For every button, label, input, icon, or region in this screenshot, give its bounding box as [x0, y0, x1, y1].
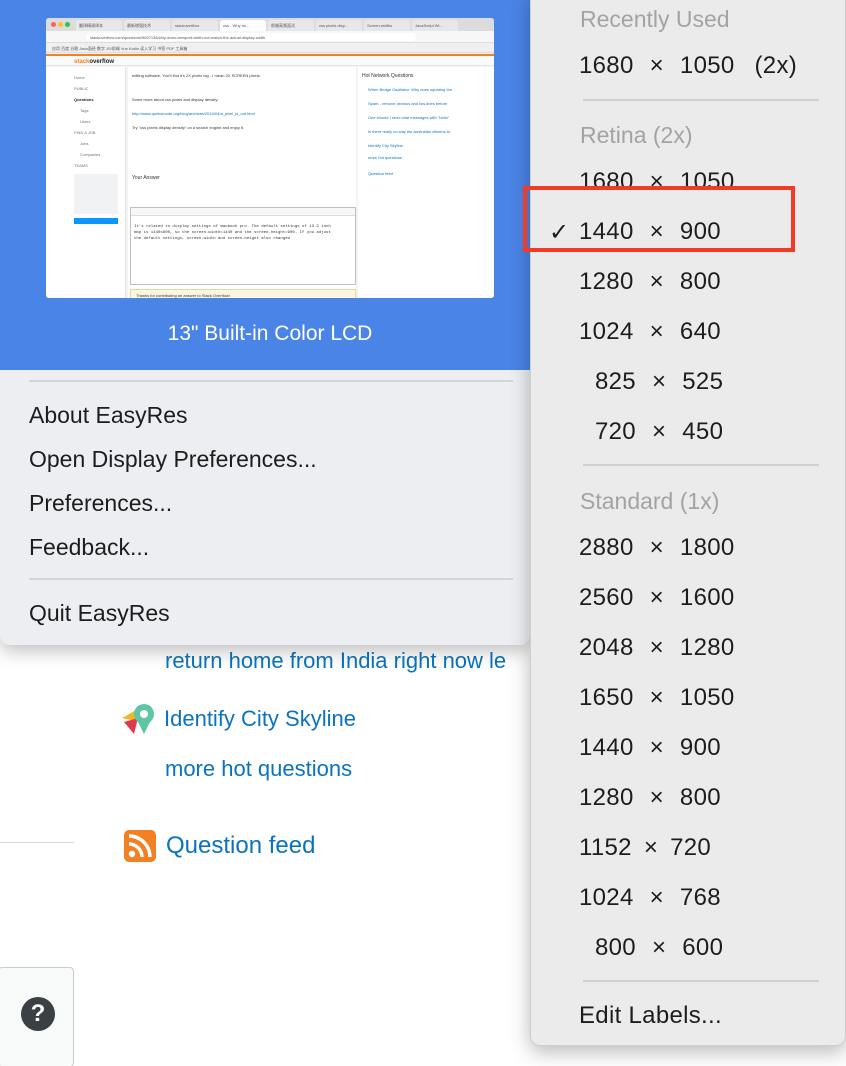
preview-so-topbar: stackoverflow	[46, 54, 494, 66]
section-title-recently-used: Recently Used	[580, 6, 730, 32]
preview-main-content: editing software. You'll find it's 2X pi…	[128, 67, 356, 298]
resolution-item[interactable]: 800 × 600	[595, 934, 723, 962]
resolution-item[interactable]: 825 × 525	[595, 368, 723, 396]
resolution-item[interactable]: 2560 × 1600	[579, 584, 735, 612]
open-display-preferences-item[interactable]: Open Display Preferences...	[29, 446, 317, 473]
hot-question-link[interactable]: Identify City Skyline	[120, 700, 356, 738]
res-height: 1600	[679, 584, 735, 611]
res-width: 1152	[579, 834, 632, 861]
resolution-item[interactable]: 720 × 450	[595, 418, 723, 446]
selection-highlight-box	[523, 186, 795, 252]
times-icon: ×	[649, 734, 664, 761]
times-icon: ×	[649, 634, 664, 661]
resolution-item[interactable]: 1280 × 800	[579, 268, 721, 296]
res-width: 1440	[579, 734, 634, 761]
hot-question-label[interactable]: return home from India right now le	[165, 648, 506, 674]
resolution-item[interactable]: 1650 × 1050	[579, 684, 735, 712]
display-preview-thumbnail: 翻译精调译本 最新增强技术 stackoverflow css - Why do…	[46, 18, 494, 298]
res-width: 2560	[579, 584, 634, 611]
res-width: 720	[595, 418, 636, 445]
times-icon: ×	[651, 934, 667, 961]
quit-easyres-item[interactable]: Quit EasyRes	[29, 600, 170, 627]
more-hot-questions-link[interactable]: more hot questions	[165, 756, 352, 782]
preview-url-bar: stackoverflow.com/questions/9697136/why-…	[46, 31, 494, 43]
preview-bookmarks: 应用 百度 谷歌 Java面经 数字 JS/前端 Vue Kotlin 读入学习…	[46, 43, 494, 53]
times-icon: ×	[649, 784, 664, 811]
times-icon: ×	[649, 884, 664, 911]
res-width: 1024	[579, 318, 634, 345]
times-icon: ×	[649, 268, 664, 295]
res-height: 450	[682, 418, 724, 445]
menu-separator	[29, 578, 513, 580]
preferences-item[interactable]: Preferences...	[29, 490, 172, 517]
menu-separator	[583, 980, 819, 982]
menu-separator	[29, 380, 513, 382]
display-name-label: 13" Built-in Color LCD	[167, 322, 373, 345]
section-title-retina: Retina (2x)	[580, 122, 693, 148]
site-icon	[122, 704, 154, 734]
resolution-item[interactable]: 1280 × 800	[579, 784, 721, 812]
times-icon: ×	[643, 834, 659, 861]
times-icon: ×	[649, 318, 664, 345]
resolution-item[interactable]: 1024 × 768	[579, 884, 721, 912]
about-easyres-item[interactable]: About EasyRes	[29, 402, 188, 429]
times-icon: ×	[649, 52, 664, 79]
more-hot-questions-label[interactable]: more hot questions	[165, 756, 352, 782]
res-width: 2880	[579, 534, 634, 561]
menu-separator	[583, 464, 819, 466]
times-icon: ×	[651, 368, 667, 395]
divider	[0, 842, 74, 843]
resolution-item[interactable]: 2880 × 1800	[579, 534, 735, 562]
res-height: 720	[670, 834, 712, 861]
resolution-dropdown-menu: Recently Used 1680 × 1050 (2x) Retina (2x) …	[530, 0, 846, 1046]
res-width: 825	[595, 368, 636, 395]
res-width: 1650	[579, 684, 634, 711]
times-icon: ×	[649, 534, 664, 561]
res-width: 1024	[579, 884, 634, 911]
res-width: 800	[595, 934, 636, 961]
resolution-item[interactable]: 1440 × 900	[579, 734, 721, 762]
times-icon: ×	[649, 584, 664, 611]
section-title-standard: Standard (1x)	[580, 488, 720, 514]
display-header: 翻译精调译本 最新增强技术 stackoverflow css - Why do…	[0, 0, 530, 370]
res-height: 800	[679, 784, 721, 811]
question-feed-label[interactable]: Question feed	[166, 832, 315, 860]
res-width: 1680	[579, 52, 634, 79]
rss-icon	[124, 830, 156, 862]
res-scale: (2x)	[754, 52, 798, 79]
res-height: 600	[682, 934, 724, 961]
question-feed-link[interactable]: Question feed	[124, 830, 315, 862]
res-height: 1050	[679, 684, 735, 711]
res-width: 1280	[579, 784, 634, 811]
res-height: 800	[679, 268, 721, 295]
preview-sidebar: Hot Network Questions When Bridge Oscill…	[358, 67, 494, 298]
res-width: 1280	[579, 268, 634, 295]
resolution-item[interactable]: 1024 × 640	[579, 318, 721, 346]
feedback-item[interactable]: Feedback...	[29, 534, 149, 561]
preview-left-nav: Home PUBLIC Questions Tags Users FIND A …	[46, 67, 126, 298]
hot-question-label[interactable]: Identify City Skyline	[164, 706, 356, 732]
times-icon: ×	[649, 684, 664, 711]
res-height: 1050	[679, 52, 735, 79]
times-icon: ×	[651, 418, 667, 445]
resolution-item[interactable]: 2048 × 1280	[579, 634, 735, 662]
res-height: 1280	[679, 634, 735, 661]
res-width: 2048	[579, 634, 634, 661]
resolution-item[interactable]: 1680 × 1050 (2x)	[579, 52, 797, 80]
help-icon[interactable]: ?	[21, 997, 55, 1031]
edit-labels-item[interactable]: Edit Labels...	[579, 1002, 722, 1030]
hot-question-link[interactable]: return home from India right now le	[165, 648, 506, 674]
menu-separator	[583, 99, 819, 101]
res-height: 525	[682, 368, 724, 395]
res-height: 768	[679, 884, 721, 911]
res-height: 900	[679, 734, 721, 761]
resolution-item[interactable]: 1152 × 720	[579, 834, 711, 862]
res-height: 1800	[679, 534, 735, 561]
res-height: 640	[679, 318, 721, 345]
easyres-panel: 翻译精调译本 最新增强技术 stackoverflow css - Why do…	[0, 0, 530, 645]
preview-tab-bar: 翻译精调译本 最新增强技术 stackoverflow css - Why do…	[46, 18, 494, 31]
